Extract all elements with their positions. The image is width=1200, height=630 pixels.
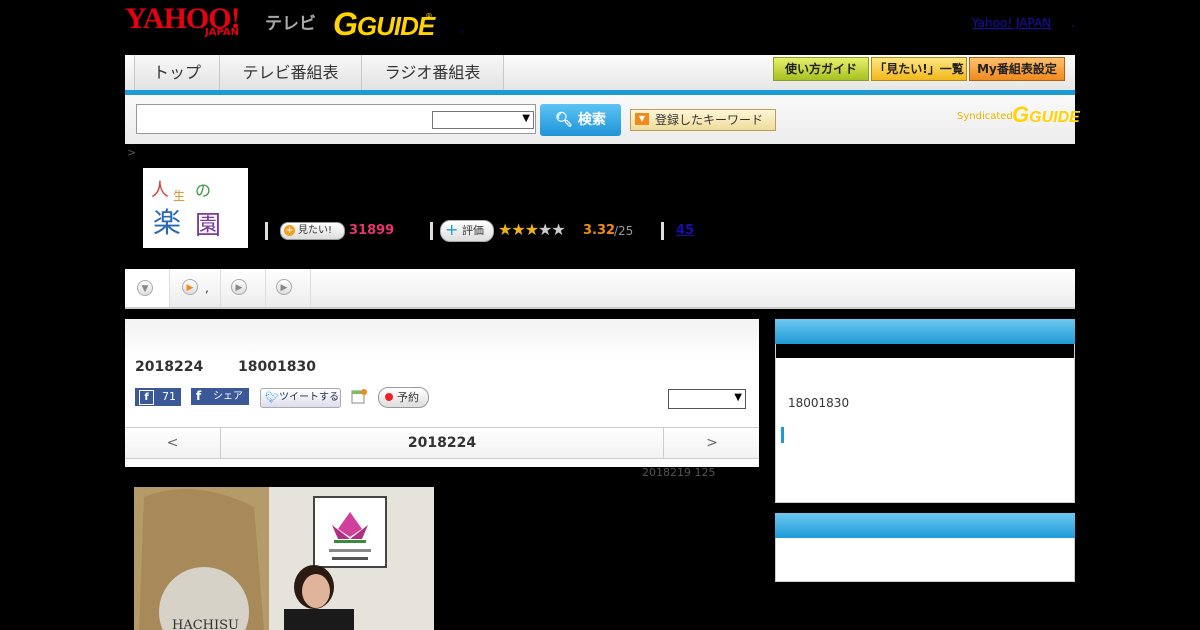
usage-guide-button[interactable]: 使い方ガイド — [773, 57, 869, 81]
tweet-button-label: ツイートする — [279, 392, 339, 403]
breadcrumb[interactable]: > — [127, 146, 136, 159]
yahoo-japan-link[interactable]: Yahoo! JAPAN — [972, 16, 1051, 30]
update-note: 2018219 125 — [642, 466, 716, 479]
rating-stars: ★★★★★ — [498, 220, 566, 240]
nav-tab-tv-schedule[interactable]: テレビ番組表 — [220, 55, 362, 90]
broadcast-time: 18001830 — [238, 359, 316, 375]
header-separator: , — [461, 24, 465, 35]
program-logo-art: 人 生 の 楽 園 — [151, 180, 221, 241]
calendar-add-svg — [351, 389, 367, 404]
syndicated-gguide-logo: GGUIDE — [1012, 102, 1080, 127]
previous-date-button[interactable]: < — [125, 428, 221, 458]
play-icon: ▶ — [276, 279, 292, 295]
search-button-label: 検索 — [577, 112, 606, 128]
rating-button[interactable]: + 評価 — [440, 220, 494, 242]
chevron-down-icon: ▼ — [137, 280, 153, 296]
chevron-down-icon: ▼ — [522, 113, 530, 124]
syndicated-label: Syndicated — [957, 111, 1013, 122]
logo-char-5: 園 — [195, 211, 221, 241]
next-date-button[interactable]: > — [663, 428, 760, 458]
side-panel-header — [775, 319, 1075, 344]
logo-char-1: 人 — [151, 180, 169, 201]
rating-value: 3.32 — [583, 223, 616, 238]
separator-bar — [661, 222, 664, 240]
reserve-button[interactable]: 予約 — [378, 387, 429, 408]
twitter-bird-icon: 🐦︎ — [265, 391, 279, 404]
main-nav-bar: トップ テレビ番組表 ラジオ番組表 使い方ガイド 「見たい!」一覧 My番組表設… — [125, 55, 1075, 95]
side-panel-secondary-header — [775, 513, 1075, 538]
star-icon: ★ — [551, 220, 565, 239]
syndicated-gguide-text: GUIDE — [1029, 109, 1080, 126]
header-separator-2: . — [1071, 16, 1075, 30]
chevron-down-icon: ▼ — [734, 392, 742, 403]
separator-bar — [265, 222, 268, 240]
mitai-list-button[interactable]: 「見たい!」一覧 — [871, 57, 967, 81]
facebook-icon: f — [139, 390, 154, 405]
dropdown-arrow-icon: ▼ — [635, 113, 649, 125]
tab-program-info[interactable]: ▼ — [125, 269, 170, 307]
mitai-button[interactable]: + 見たい! — [280, 222, 345, 240]
tab-related[interactable]: ▶ — [266, 269, 311, 307]
side-panel-marker — [781, 427, 784, 443]
search-category-select[interactable]: ▼ — [432, 111, 534, 129]
broadcast-date: 2018224 — [135, 359, 204, 375]
photo-sign-text: HACHISU — [172, 618, 239, 630]
tab-broadcast-list[interactable]: ▶ , — [170, 269, 221, 307]
plus-icon: + — [284, 225, 295, 236]
program-photo: HACHISU — [134, 487, 434, 630]
star-icon: ★ — [538, 220, 552, 239]
record-icon — [385, 393, 393, 401]
nav-tab-radio-schedule[interactable]: ラジオ番組表 — [362, 55, 504, 90]
mitai-count: 31899 — [349, 223, 395, 238]
reserve-button-label: 予約 — [397, 391, 419, 404]
registered-keyword-button[interactable]: ▼ 登録したキーワード — [630, 109, 776, 131]
mitai-button-label: 見たい! — [298, 225, 333, 236]
search-icon: 🔍︎ — [555, 112, 573, 128]
program-logo: 人 生 の 楽 園 — [143, 168, 248, 248]
logo-char-2: 生 — [173, 189, 185, 203]
rating-max: /25 — [614, 224, 634, 238]
date-navigation: < 2018224 > — [125, 427, 759, 459]
tab-broadcast-list-suffix: , — [205, 281, 209, 295]
my-schedule-settings-button[interactable]: My番組表設定 — [969, 57, 1065, 81]
program-tabs: ▼ ▶ , ▶ ▶ — [125, 269, 1075, 309]
search-button[interactable]: 🔍︎ 検索 — [540, 104, 621, 136]
separator-bar — [430, 222, 433, 240]
tab-reviews[interactable]: ▶ — [221, 269, 266, 307]
share-options-select[interactable]: ▼ — [668, 389, 746, 409]
star-icon: ★ — [511, 220, 525, 239]
nav-left-cap — [125, 55, 135, 90]
facebook-share-label: シェア — [213, 391, 243, 402]
facebook-like-button[interactable]: f 71 — [135, 388, 181, 406]
yahoo-japan-logo-text: JAPAN — [205, 27, 239, 38]
facebook-icon: f — [196, 389, 202, 403]
star-icon: ★ — [498, 220, 512, 239]
tv-logo-text[interactable]: テレビ — [265, 9, 316, 34]
tweet-button[interactable]: 🐦︎ ツイートする — [260, 388, 341, 408]
gguide-logo-text: GUIDE — [356, 11, 435, 41]
plus-icon: + — [445, 220, 459, 239]
facebook-like-count: 71 — [162, 390, 176, 403]
gguide-logo[interactable]: GGUIDE — [333, 8, 435, 41]
logo-char-4: 楽 — [153, 206, 181, 239]
side-panel-band — [776, 344, 1074, 358]
play-icon: ▶ — [231, 279, 247, 295]
nav-tab-top[interactable]: トップ — [135, 55, 220, 90]
calendar-add-icon[interactable] — [351, 388, 367, 404]
current-date-label: 2018224 — [407, 435, 477, 451]
review-count-link[interactable]: 45 — [676, 223, 694, 238]
facebook-share-button[interactable]: f シェア — [191, 388, 249, 405]
logo-char-3: の — [195, 181, 211, 200]
program-photo-art: HACHISU — [134, 487, 434, 630]
play-icon: ▶ — [182, 279, 198, 295]
side-panel-time: 18001830 — [788, 396, 850, 410]
rating-button-label: 評価 — [462, 224, 484, 237]
star-icon: ★ — [524, 220, 539, 239]
registered-mark: ® — [425, 12, 433, 21]
registered-keyword-label: 登録したキーワード — [655, 113, 764, 127]
